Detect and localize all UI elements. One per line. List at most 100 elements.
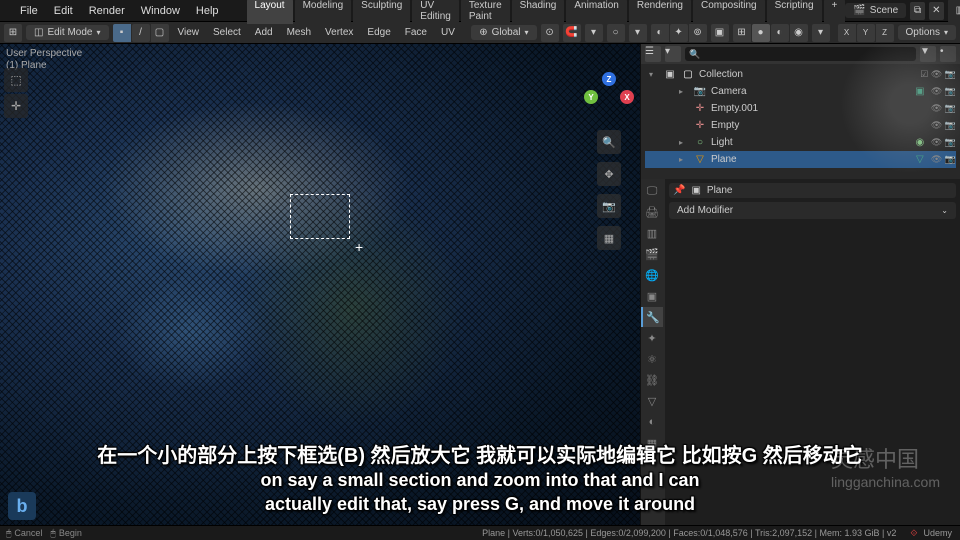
orientation-icon: ⊕	[479, 27, 487, 38]
options-dropdown[interactable]: Options ▾	[898, 25, 956, 40]
header-view[interactable]: View	[173, 27, 205, 38]
workspace-tab-layout[interactable]: Layout	[247, 0, 293, 24]
shading-matprev-icon[interactable]: ◐	[771, 24, 789, 42]
header-uv[interactable]: UV	[436, 27, 460, 38]
nav-zoom-icon[interactable]: 🔍	[597, 130, 621, 154]
workspace-tab-animation[interactable]: Animation	[566, 0, 626, 24]
pin-icon[interactable]: 📌	[673, 185, 685, 196]
outliner-display-icon[interactable]: ▾	[665, 46, 681, 62]
props-tab-object[interactable]: ▣	[641, 286, 663, 306]
status-stats: Plane | Verts:0/1,050,625 | Edges:0/2,09…	[480, 528, 898, 539]
expand-arrow-icon[interactable]: ▸	[679, 155, 689, 164]
light-icon: ○	[693, 137, 707, 149]
shading-wire-icon[interactable]: ⊞	[733, 24, 751, 42]
workspace-tab-add[interactable]: +	[824, 0, 846, 24]
header-edge[interactable]: Edge	[362, 27, 395, 38]
filter-y-icon[interactable]: Y	[857, 24, 875, 42]
tool-cursor-icon[interactable]: ✛	[4, 94, 28, 118]
nav-camera-icon[interactable]: 📷	[597, 194, 621, 218]
props-tab-material[interactable]: ◐	[641, 412, 663, 432]
mode-selector[interactable]: ◫ Edit Mode ▾	[26, 25, 109, 40]
viewport-3d[interactable]: User Perspective (1) Plane ⬚ ✛ + Z Y X 🔍…	[0, 44, 640, 525]
menu-window[interactable]: Window	[133, 5, 188, 17]
props-tab-constraint[interactable]: ⛓	[641, 370, 663, 390]
nav-persp-icon[interactable]: ▦	[597, 226, 621, 250]
outliner-editor-icon[interactable]: ☰	[645, 46, 661, 62]
orientation-selector[interactable]: ⊕ Global ▾	[471, 25, 536, 40]
header-face[interactable]: Face	[400, 27, 432, 38]
mesh-icon: ▽	[693, 154, 707, 166]
viewlayer-selector[interactable]: ▥ View Layer	[948, 0, 960, 24]
outliner-panel: ☰ ▾ 🔍 ▼ • ▾ ▣ ▢ Collection ☑ 👁 📷 ▸ 📷 Cam…	[641, 44, 960, 179]
gizmo-x-icon[interactable]: X	[620, 90, 634, 104]
props-tab-mesh[interactable]: ▽	[641, 391, 663, 411]
camera-icon: 📷	[693, 86, 707, 98]
scene-delete-icon[interactable]: ✕	[929, 2, 944, 20]
select-vertex-icon[interactable]: ▪	[113, 24, 131, 42]
gizmo-y-icon[interactable]: Y	[584, 90, 598, 104]
workspace-tab-sculpting[interactable]: Sculpting	[353, 0, 410, 24]
shading-solid-icon[interactable]: ●	[752, 24, 770, 42]
scene-name: Scene	[870, 5, 898, 16]
menu-edit[interactable]: Edit	[46, 5, 81, 17]
collection-icon: ▣	[663, 69, 677, 81]
gizmo-icon[interactable]: ✦	[670, 24, 688, 42]
scene-selector[interactable]: 🎬 Scene	[845, 3, 906, 18]
tool-select-box-icon[interactable]: ⬚	[4, 68, 28, 92]
status-bar: 🖱Cancel 🖱Begin Plane | Verts:0/1,050,625…	[0, 525, 960, 540]
filter-z-icon[interactable]: Z	[876, 24, 894, 42]
status-hint-begin: 🖱Begin	[50, 528, 81, 539]
menu-render[interactable]: Render	[81, 5, 133, 17]
snap-settings-icon[interactable]: ▾	[585, 24, 603, 42]
gizmo-z-icon[interactable]: Z	[602, 72, 616, 86]
props-tab-particle[interactable]: ✦	[641, 328, 663, 348]
propedit-settings-icon[interactable]: ▾	[629, 24, 647, 42]
props-tab-render[interactable]: 🖵	[641, 181, 663, 201]
workspace-tab-scripting[interactable]: Scripting	[767, 0, 822, 24]
scene-new-icon[interactable]: ⧉	[910, 2, 925, 20]
nav-move-icon[interactable]: ✥	[597, 162, 621, 186]
select-edge-icon[interactable]: /	[132, 24, 150, 42]
status-hint-cancel: 🖱Cancel	[6, 528, 42, 539]
pivot-icon[interactable]: ⊙	[541, 24, 559, 42]
add-modifier-dropdown[interactable]: Add Modifier ⌄	[669, 202, 956, 219]
menu-file[interactable]: File	[12, 5, 46, 17]
props-tab-modifier[interactable]: 🔧	[641, 307, 663, 327]
visibility-icon[interactable]: ◐	[651, 24, 669, 42]
expand-arrow-icon[interactable]: ▸	[679, 87, 689, 96]
xray-icon[interactable]: ▣	[711, 24, 729, 42]
workspace-tab-modeling[interactable]: Modeling	[295, 0, 352, 24]
empty-icon: ✛	[693, 103, 707, 115]
bottom-logo-icon: b	[8, 492, 36, 520]
shading-settings-icon[interactable]: ▾	[812, 24, 830, 42]
header-vertex[interactable]: Vertex	[320, 27, 358, 38]
snap-toggle-icon[interactable]: 🧲	[563, 24, 581, 42]
props-tab-physics[interactable]: ⚛	[641, 349, 663, 369]
workspace-tab-rendering[interactable]: Rendering	[629, 0, 691, 24]
overlay-icon[interactable]: ⊚	[689, 24, 707, 42]
props-tab-output[interactable]: 🖨	[641, 202, 663, 222]
viewport-perspective-label: User Perspective	[6, 48, 82, 59]
select-face-icon[interactable]: ▢	[151, 24, 169, 42]
header-add[interactable]: Add	[250, 27, 278, 38]
props-tab-scene[interactable]: 🎬	[641, 244, 663, 264]
workspace-tab-shading[interactable]: Shading	[512, 0, 565, 24]
editor-type-icon[interactable]: ⊞	[4, 24, 22, 42]
header-select[interactable]: Select	[208, 27, 246, 38]
workspace-tab-texture[interactable]: Texture Paint	[461, 0, 510, 24]
nav-gizmo[interactable]: Z Y X	[584, 72, 634, 122]
workspace-tab-compositing[interactable]: Compositing	[693, 0, 765, 24]
workspace-tab-uv[interactable]: UV Editing	[412, 0, 459, 24]
props-tab-world[interactable]: 🌐	[641, 265, 663, 285]
dropdown-arrow-icon: ▾	[944, 28, 948, 37]
expand-arrow-icon[interactable]: ▸	[679, 138, 689, 147]
props-tab-viewlayer[interactable]: ▥	[641, 223, 663, 243]
propedit-toggle-icon[interactable]: ○	[607, 24, 625, 42]
header-mesh[interactable]: Mesh	[282, 27, 316, 38]
props-tab-texture[interactable]: ▦	[641, 433, 663, 453]
filter-x-icon[interactable]: X	[838, 24, 856, 42]
menu-help[interactable]: Help	[188, 5, 227, 17]
collection-icon: ▢	[681, 69, 695, 81]
collapse-arrow-icon[interactable]: ▾	[649, 70, 659, 79]
shading-render-icon[interactable]: ◉	[790, 24, 808, 42]
